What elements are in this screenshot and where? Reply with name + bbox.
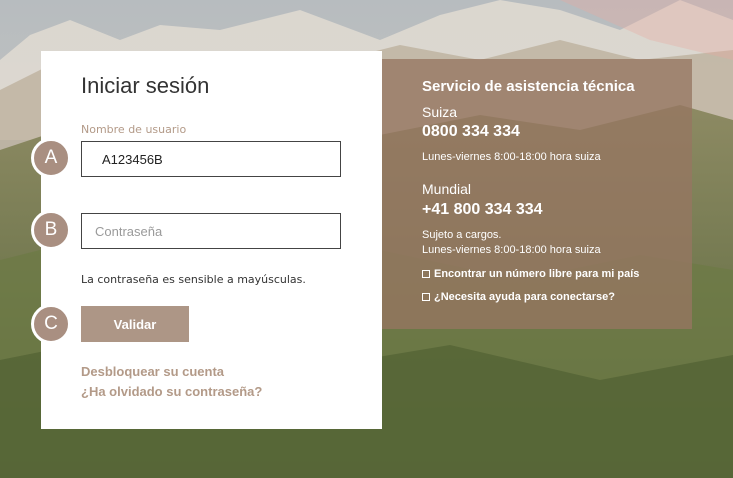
find-free-number-link[interactable]: Encontrar un número libre para mi país xyxy=(422,268,639,280)
password-input[interactable] xyxy=(81,213,341,249)
marker-b: B xyxy=(31,210,71,250)
marker-c: C xyxy=(31,304,71,344)
region-worldwide: Mundial xyxy=(422,181,472,197)
validate-button[interactable]: Validar xyxy=(81,306,189,342)
charges-note: Sujeto a cargos. xyxy=(422,229,502,241)
login-card: Iniciar sesión Nombre de usuario La cont… xyxy=(41,51,382,429)
hours-worldwide: Lunes-viernes 8:00-18:00 hora suiza xyxy=(422,244,601,256)
connect-help-label: ¿Necesita ayuda para conectarse? xyxy=(434,291,615,303)
hours-switzerland: Lunes-viernes 8:00-18:00 hora suiza xyxy=(422,151,601,163)
case-sensitive-note: La contraseña es sensible a mayúsculas. xyxy=(81,273,306,286)
phone-switzerland: 0800 334 334 xyxy=(422,123,520,140)
connect-help-link[interactable]: ¿Necesita ayuda para conectarse? xyxy=(422,291,615,303)
marker-a: A xyxy=(31,138,71,178)
support-panel: Servicio de asistencia técnica Suiza 080… xyxy=(382,59,692,329)
find-free-number-label: Encontrar un número libre para mi país xyxy=(434,268,640,280)
unlock-account-link[interactable]: Desbloquear su cuenta xyxy=(81,364,224,379)
forgot-password-link[interactable]: ¿Ha olvidado su contraseña? xyxy=(81,384,262,399)
login-title: Iniciar sesión xyxy=(81,73,210,98)
username-label: Nombre de usuario xyxy=(81,123,187,136)
phone-worldwide: +41 800 334 334 xyxy=(422,201,543,218)
external-link-icon xyxy=(422,293,430,301)
support-title: Servicio de asistencia técnica xyxy=(422,78,635,95)
external-link-icon xyxy=(422,270,430,278)
region-switzerland: Suiza xyxy=(422,104,458,120)
username-input[interactable] xyxy=(81,141,341,177)
